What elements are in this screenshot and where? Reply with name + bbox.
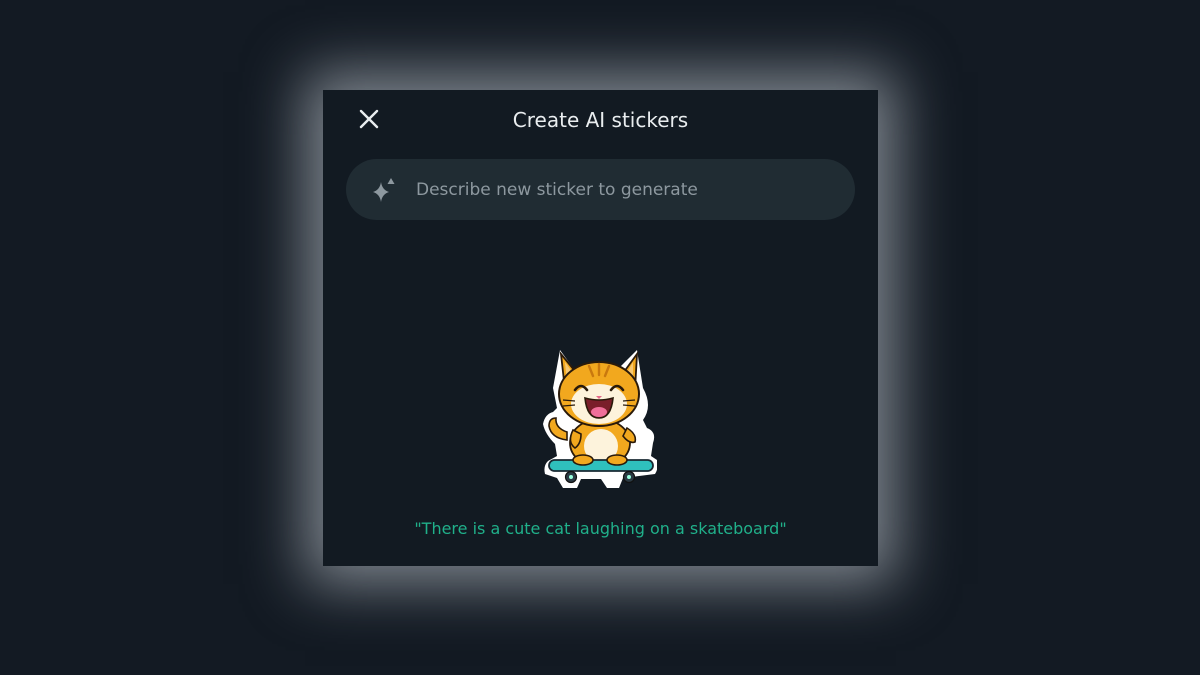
sticker-prompt-caption: "There is a cute cat laughing on a skate… bbox=[414, 519, 787, 538]
sticker-prompt-field[interactable] bbox=[346, 159, 855, 220]
sticker-prompt-input[interactable] bbox=[414, 168, 855, 211]
cat-skateboard-sticker[interactable] bbox=[543, 348, 657, 490]
backdrop: Create AI stickers Describe new sticker … bbox=[0, 0, 1200, 675]
create-ai-stickers-dialog: Create AI stickers Describe new sticker … bbox=[323, 90, 878, 566]
sparkle-icon bbox=[373, 177, 395, 202]
dialog-title: Create AI stickers bbox=[512, 108, 689, 132]
